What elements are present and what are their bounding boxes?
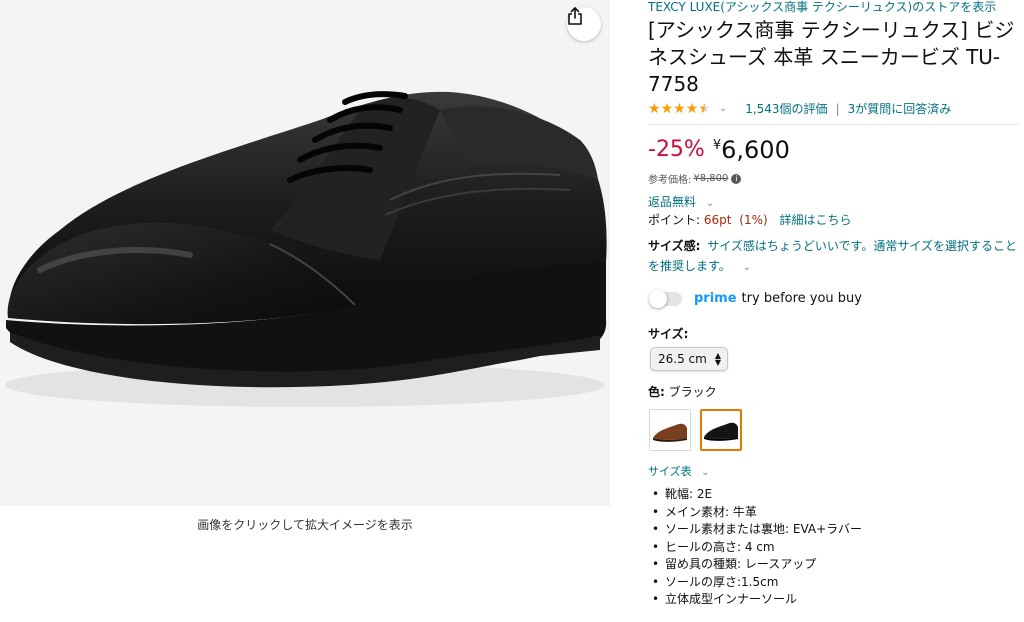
size-fit-row: サイズ感: サイズ感はちょうどいいです。通常サイズを選択することを推奨します。 … <box>648 236 1020 278</box>
color-label-row: 色: ブラック <box>648 383 717 400</box>
image-caption: 画像をクリックして拡大イメージを表示 <box>197 518 413 532</box>
star-icon: ★ <box>685 100 699 117</box>
points-row: ポイント: 66pt (1%) 詳細はこちら <box>648 211 852 228</box>
chevron-down-icon: ⌄ <box>705 198 715 209</box>
size-dropdown[interactable]: 26.5 cm ▲ ▼ <box>650 347 728 371</box>
prime-try-before-buy: prime try before you buy <box>649 289 862 308</box>
rating-count-link[interactable]: 1,543個の評価 <box>745 100 827 117</box>
price-value: 6,600 <box>721 136 790 164</box>
color-swatch-black[interactable] <box>700 409 742 451</box>
feature-item: メイン素材: 牛革 <box>652 504 862 522</box>
feature-item: 靴幅: 2E <box>652 486 862 504</box>
size-chart-label: サイズ表 <box>648 465 692 478</box>
half-star-icon: ★ <box>698 100 711 117</box>
discount-percent: -25% <box>648 137 705 162</box>
star-icon: ★ <box>673 100 686 117</box>
brown-shoe-thumbnail <box>650 410 690 450</box>
ref-price-label: 参考価格: <box>648 175 692 186</box>
price-row: -25% ¥ 6,600 <box>648 134 790 166</box>
points-detail-link[interactable]: 詳細はこちら <box>780 213 852 227</box>
size-chart-link[interactable]: サイズ表 ⌄ <box>648 463 710 479</box>
separator: | <box>835 101 840 116</box>
free-returns-link[interactable]: 返品無料 ⌄ <box>648 193 714 210</box>
feature-item: 立体成型インナーソール <box>652 591 862 609</box>
feature-item: ヒールの高さ: 4 cm <box>652 539 862 557</box>
fit-label: サイズ感: <box>648 239 701 253</box>
color-swatch-brown[interactable] <box>649 409 691 451</box>
star-icon: ★ <box>660 100 674 117</box>
product-title: [アシックス商事 テクシーリュクス] ビジネスシューズ 本革 スニーカービズ T… <box>648 18 1015 96</box>
rating-row: ★ ★ ★ ★ ★ ⌄ 1,543個の評価 | 3が質問に回答済み <box>648 100 951 117</box>
reference-price: 参考価格: ¥8,800 i <box>648 171 742 186</box>
points-value: 66pt <box>703 213 732 227</box>
store-link[interactable]: TEXCY LUXE(アシックス商事 テクシーリュクス)のストアを表示 <box>648 0 996 14</box>
free-returns-label: 返品無料 <box>648 195 697 209</box>
feature-bullets: 靴幅: 2E メイン素材: 牛革 ソール素材または裏地: EVA+ラバー ヒール… <box>652 486 862 609</box>
ref-price-value: ¥8,800 <box>693 173 729 184</box>
share-button[interactable] <box>567 7 601 41</box>
fit-text-link[interactable]: サイズ感はちょうどいいです。通常サイズを選択することを推奨します。 <box>648 239 1017 273</box>
divider <box>648 124 1018 125</box>
feature-item: ソールの厚さ:1.5cm <box>652 574 862 592</box>
info-icon[interactable]: i <box>731 173 742 184</box>
star-icon: ★ <box>648 100 661 117</box>
points-percent: (1%) <box>739 213 768 227</box>
main-product-image[interactable] <box>0 0 610 506</box>
qa-link[interactable]: 3が質問に回答済み <box>848 100 952 117</box>
prime-toggle[interactable] <box>649 289 682 308</box>
feature-item: 留め具の種類: レースアップ <box>652 556 862 574</box>
size-label: サイズ: <box>648 327 689 341</box>
black-leather-shoe-image <box>5 91 607 407</box>
color-selected-value: ブラック <box>668 385 717 399</box>
currency-symbol: ¥ <box>712 138 722 153</box>
chevron-down-icon[interactable]: ⌄ <box>743 262 751 273</box>
prime-text: try before you buy <box>741 291 862 306</box>
share-icon <box>568 7 582 25</box>
chevron-down-icon[interactable]: ⌄ <box>719 103 727 114</box>
color-label: 色: <box>648 385 665 399</box>
updown-arrows-icon: ▲ ▼ <box>714 351 721 367</box>
star-rating[interactable]: ★ ★ ★ ★ ★ <box>648 101 711 117</box>
size-selected-value: 26.5 cm <box>658 352 707 366</box>
black-shoe-thumbnail <box>702 411 740 449</box>
feature-item: ソール素材または裏地: EVA+ラバー <box>652 521 862 539</box>
chevron-down-icon: ⌄ <box>701 467 710 478</box>
points-label: ポイント: <box>648 213 701 227</box>
prime-logo: prime <box>694 291 737 306</box>
